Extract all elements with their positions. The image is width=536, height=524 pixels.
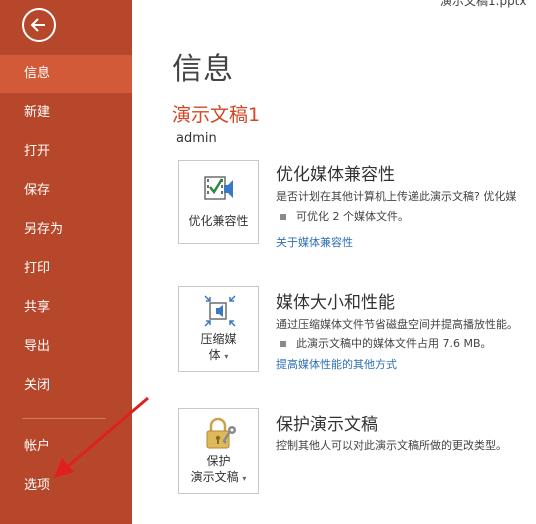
bullet-square-icon (280, 214, 286, 220)
protect-presentation-label-line2: 演示文稿 ▾ (190, 470, 247, 484)
dropdown-arrow-icon: ▾ (224, 352, 229, 361)
protect-presentation-button[interactable]: 保护 演示文稿 ▾ (178, 408, 259, 494)
protect-presentation-label-line1: 保护 (206, 454, 231, 468)
compress-media-label-line1: 压缩媒 (200, 332, 237, 346)
optimize-compatibility-button[interactable]: 优化兼容性 (178, 160, 259, 244)
window-file-title: 演示文稿1.pptx (440, 0, 527, 8)
sidebar-item-share[interactable]: 共享 (0, 289, 132, 327)
sidebar-divider (22, 418, 106, 419)
page-title: 信息 (172, 52, 234, 87)
sidebar-item-close[interactable]: 关闭 (0, 367, 132, 405)
compress-media-button[interactable]: 压缩媒 体 ▾ (178, 286, 259, 372)
document-name: 演示文稿1 (172, 104, 261, 126)
sidebar-item-print[interactable]: 打印 (0, 250, 132, 288)
document-author: admin (176, 131, 217, 146)
sidebar-item-account[interactable]: 帐户 (0, 428, 132, 466)
sidebar-item-save-as[interactable]: 另存为 (0, 211, 132, 249)
sidebar-item-new[interactable]: 新建 (0, 94, 132, 132)
optimize-compatibility-label: 优化兼容性 (188, 214, 249, 228)
section-desc-protect: 控制其他人可以对此演示文稿所做的更改类型。 (276, 439, 507, 452)
link-about-compatibility[interactable]: 关于媒体兼容性 (276, 234, 353, 250)
dropdown-arrow-icon: ▾ (242, 474, 247, 483)
section-desc-media-size: 通过压缩媒体文件节省磁盘空间并提高播放性能。 (276, 318, 518, 331)
bullet-square-icon (280, 341, 286, 347)
sidebar-item-info[interactable]: 信息 (0, 55, 132, 93)
bullet-media-size: 此演示文稿中的媒体文件占用 7.6 MB。 (280, 335, 492, 351)
backstage-sidebar: 信息 新建 打开 保存 另存为 打印 共享 导出 关闭 帐户 选项 (0, 0, 132, 524)
info-pane: 演示文稿1.pptx 信息 演示文稿1 admin 优化兼容性 优化媒体兼容性 … (132, 0, 536, 524)
lock-key-icon (206, 417, 236, 449)
sidebar-item-open[interactable]: 打开 (0, 133, 132, 171)
link-media-performance[interactable]: 提高媒体性能的其他方式 (276, 356, 397, 372)
back-arrow-icon (30, 18, 45, 32)
sidebar-item-options[interactable]: 选项 (0, 467, 132, 505)
compress-media-label-line2: 体 ▾ (208, 348, 229, 362)
section-title-media-size: 媒体大小和性能 (276, 293, 395, 313)
section-desc-compatibility: 是否计划在其他计算机上传递此演示文稿? 优化媒 (276, 190, 517, 203)
back-button[interactable] (22, 8, 56, 42)
media-compatibility-icon (204, 176, 233, 200)
section-title-protect: 保护演示文稿 (276, 415, 378, 435)
sidebar-item-save[interactable]: 保存 (0, 172, 132, 210)
sidebar-item-export[interactable]: 导出 (0, 328, 132, 366)
bullet-compatibility: 可优化 2 个媒体文件。 (280, 208, 409, 224)
compress-media-icon (204, 295, 236, 327)
section-title-compatibility: 优化媒体兼容性 (276, 165, 395, 185)
